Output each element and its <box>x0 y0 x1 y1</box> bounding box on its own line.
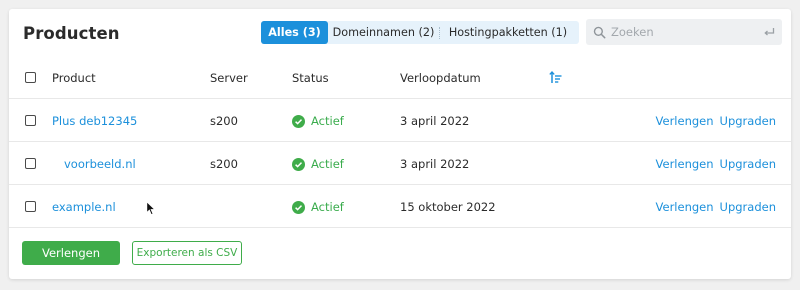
column-header-product[interactable]: Product <box>52 71 96 85</box>
product-link[interactable]: voorbeeld.nl <box>64 157 136 171</box>
row-checkbox[interactable] <box>25 201 36 212</box>
select-all-checkbox[interactable] <box>25 72 36 83</box>
product-link[interactable]: example.nl <box>52 200 116 214</box>
export-csv-button[interactable]: Exporteren als CSV <box>132 241 242 265</box>
status-text: Actief <box>311 114 344 128</box>
renew-link[interactable]: Verlengen <box>656 114 714 128</box>
column-header-expiry[interactable]: Verloopdatum <box>400 71 481 85</box>
row-checkbox[interactable] <box>25 158 36 169</box>
row-actions: Verlengen Upgraden <box>656 200 776 214</box>
upgrade-link[interactable]: Upgraden <box>720 157 776 171</box>
row-actions: Verlengen Upgraden <box>656 157 776 171</box>
expiry-date: 3 april 2022 <box>400 114 470 128</box>
row-divider <box>9 141 791 142</box>
upgrade-link[interactable]: Upgraden <box>720 114 776 128</box>
renew-button[interactable]: Verlengen <box>22 241 120 265</box>
server-value: s200 <box>210 157 238 171</box>
search-box <box>586 19 782 45</box>
check-circle-icon <box>292 157 305 171</box>
status-badge: Actief <box>292 157 344 171</box>
row-divider <box>9 227 791 228</box>
header-divider <box>9 98 791 99</box>
check-circle-icon <box>292 114 305 128</box>
upgrade-link[interactable]: Upgraden <box>720 200 776 214</box>
check-circle-icon <box>292 200 305 214</box>
status-text: Actief <box>311 200 344 214</box>
sort-descending-icon[interactable] <box>549 71 562 84</box>
renew-link[interactable]: Verlengen <box>656 200 714 214</box>
row-checkbox[interactable] <box>25 115 36 126</box>
product-link[interactable]: Plus deb12345 <box>52 114 137 128</box>
products-card <box>9 9 791 279</box>
filter-tab-hosting[interactable]: Hostingpakketten (1) <box>440 21 576 44</box>
status-badge: Actief <box>292 200 344 214</box>
row-divider <box>9 184 791 185</box>
filter-tabs: Alles (3) Domeinnamen (2) Hostingpakkett… <box>261 21 579 44</box>
mouse-pointer-icon <box>146 201 156 216</box>
expiry-date: 15 oktober 2022 <box>400 200 496 214</box>
search-icon <box>593 26 606 38</box>
column-header-status[interactable]: Status <box>292 71 329 85</box>
filter-tab-all[interactable]: Alles (3) <box>261 21 328 44</box>
expiry-date: 3 april 2022 <box>400 157 470 171</box>
status-badge: Actief <box>292 114 344 128</box>
row-actions: Verlengen Upgraden <box>656 114 776 128</box>
status-text: Actief <box>311 157 344 171</box>
server-value: s200 <box>210 114 238 128</box>
enter-key-icon[interactable] <box>762 25 776 39</box>
renew-link[interactable]: Verlengen <box>656 157 714 171</box>
filter-tab-domains[interactable]: Domeinnamen (2) <box>328 21 439 44</box>
column-header-server[interactable]: Server <box>210 71 248 85</box>
search-input[interactable] <box>606 20 762 44</box>
page-title: Producten <box>23 24 120 43</box>
